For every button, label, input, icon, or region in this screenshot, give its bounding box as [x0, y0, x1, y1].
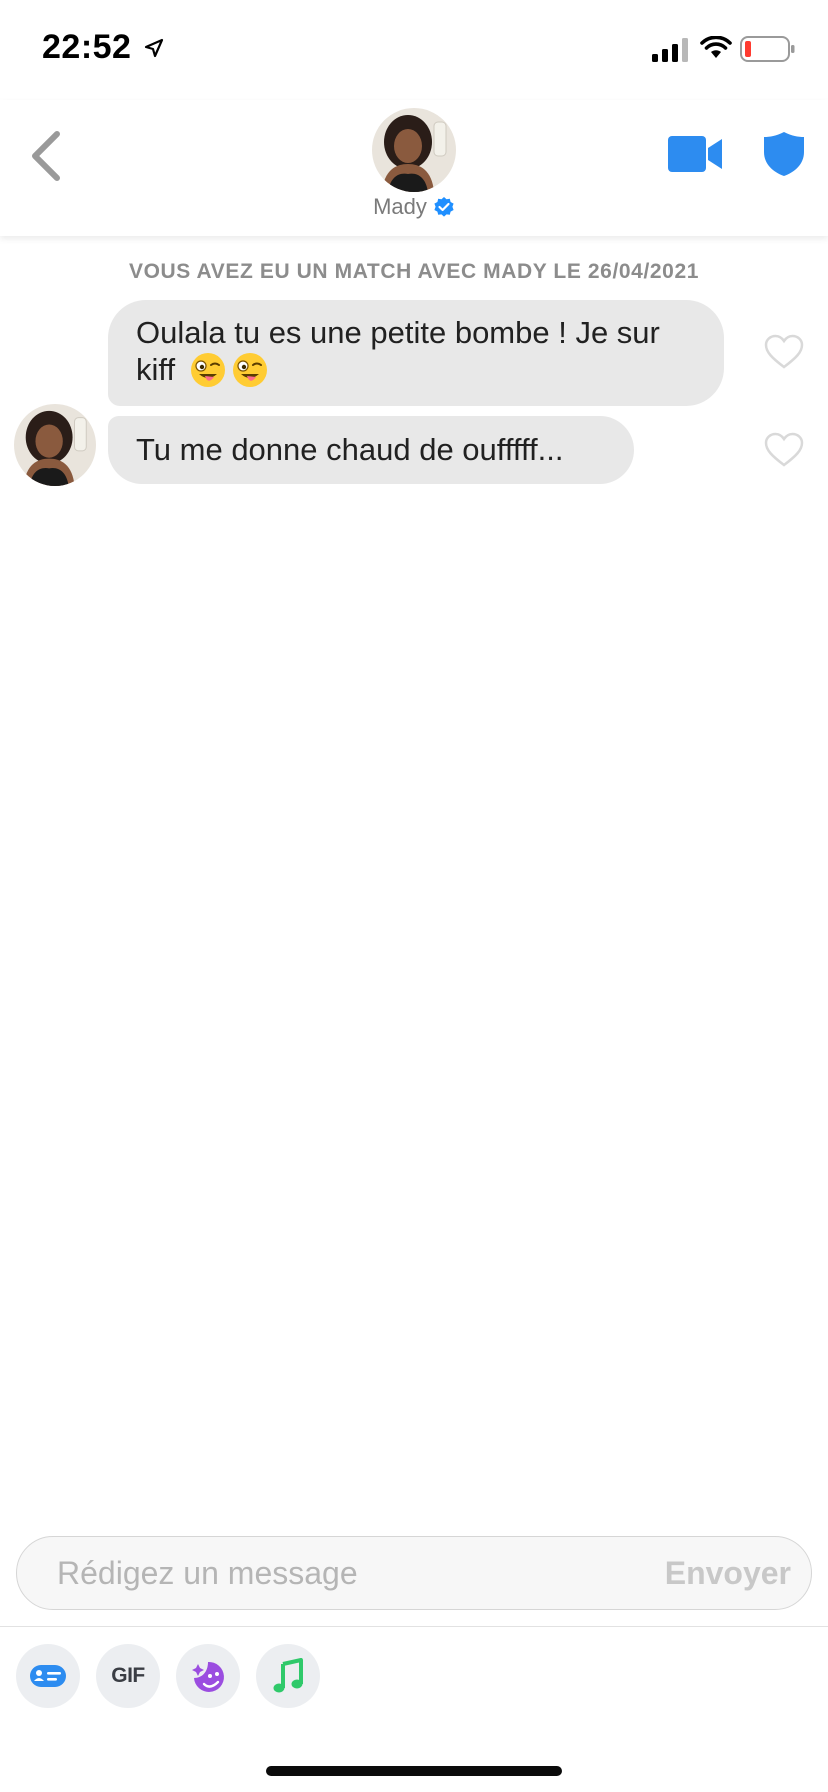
message-text: Tu me donne chaud de oufffff...: [136, 432, 564, 467]
sender-avatar[interactable]: [14, 404, 96, 486]
contact-card-icon: [30, 1665, 66, 1687]
match-name: Mady: [373, 194, 427, 219]
message-bubble[interactable]: Tu me donne chaud de oufffff...: [108, 416, 634, 484]
sticker-icon: [192, 1661, 224, 1692]
shield-icon: [764, 132, 804, 176]
wifi-icon: [700, 36, 732, 58]
message-input[interactable]: [57, 1537, 617, 1609]
status-bar: 22:52: [0, 0, 828, 100]
cellular-signal-icon: [652, 38, 688, 62]
home-indicator[interactable]: [266, 1766, 562, 1776]
conversation-header: Mady: [0, 100, 828, 236]
divider: [0, 1626, 828, 1627]
heart-outline-icon: [764, 432, 804, 467]
profile-photo: [372, 108, 456, 192]
video-call-button[interactable]: [668, 134, 724, 174]
match-name-row[interactable]: Mady: [0, 194, 828, 220]
chevron-left-icon: [32, 131, 60, 181]
send-button[interactable]: Envoyer: [665, 1555, 791, 1592]
heart-outline-icon: [764, 334, 804, 369]
like-message-button[interactable]: [764, 432, 804, 468]
clock: 22:52: [42, 28, 132, 66]
location-arrow-icon: [144, 38, 164, 58]
back-button[interactable]: [24, 126, 68, 186]
battery-low-icon: [740, 36, 795, 62]
like-message-button[interactable]: [764, 334, 804, 370]
winking-tongue-emoji-icon: [190, 353, 225, 387]
match-avatar[interactable]: [372, 108, 456, 192]
message-bubble[interactable]: Oulala tu es une petite bombe ! Je sur k…: [108, 300, 724, 406]
music-button[interactable]: [256, 1644, 320, 1708]
contact-card-button[interactable]: [16, 1644, 80, 1708]
message-composer: Envoyer: [16, 1536, 812, 1610]
winking-tongue-emoji-icon: [232, 353, 267, 387]
safety-shield-button[interactable]: [762, 130, 806, 178]
music-note-icon: [273, 1658, 303, 1693]
verified-badge-icon: [434, 197, 454, 217]
video-camera-icon: [668, 136, 722, 172]
match-date-banner: VOUS AVEZ EU UN MATCH AVEC MADY LE 26/04…: [128, 260, 700, 283]
profile-photo: [14, 404, 96, 486]
sticker-button[interactable]: [176, 1644, 240, 1708]
gif-button[interactable]: GIF: [96, 1644, 160, 1708]
